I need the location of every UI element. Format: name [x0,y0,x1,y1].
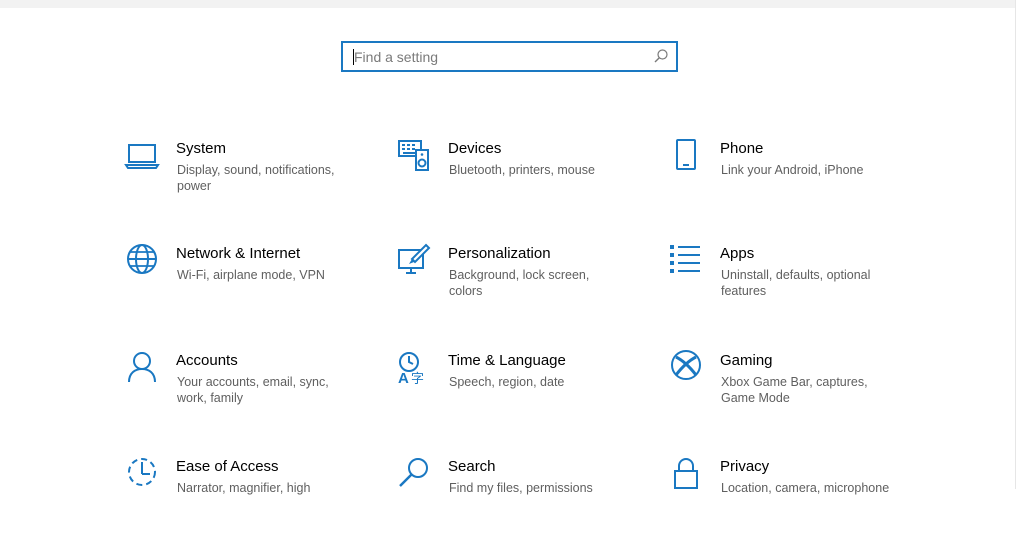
tile-title: System [176,140,227,157]
title-bar [0,0,1016,8]
tile-apps[interactable]: Apps Uninstall, defaults, optional featu… [670,245,910,325]
tile-description: Location, camera, microphone [721,481,890,495]
tile-title: Gaming [720,352,773,369]
tile-description: Uninstall, defaults, optional features [721,268,871,298]
keyboard-speaker-icon [398,140,429,171]
tile-system[interactable]: System Display, sound, notifications, po… [124,140,366,220]
tile-description: Narrator, magnifier, high [177,481,311,495]
tile-description: Speech, region, date [449,375,565,389]
tile-description: Wi-Fi, airplane mode, VPN [177,268,325,282]
search-box[interactable] [341,41,678,72]
tile-title: Ease of Access [176,458,279,475]
tile-title: Accounts [176,352,238,369]
tile-description: Xbox Game Bar, captures, Game Mode [721,375,868,405]
laptop-icon [124,144,160,169]
tile-description: Link your Android, iPhone [721,163,864,177]
tile-title: Time & Language [448,352,566,369]
tile-network-internet[interactable]: Network & Internet Wi-Fi, airplane mode,… [126,244,366,325]
tile-description: Background, lock screen, colors [449,268,590,298]
tile-title: Devices [448,140,502,157]
search-icon[interactable] [654,49,668,63]
xbox-icon [671,350,701,380]
tile-accounts[interactable]: Accounts Your accounts, email, sync, wor… [126,352,366,432]
magnifier-icon [399,458,428,487]
tile-gaming[interactable]: Gaming Xbox Game Bar, captures, Game Mod… [670,350,910,432]
tile-time-language[interactable]: A 字 Time & Language Speech, region, date [398,352,638,432]
apps-list-icon [670,245,700,273]
time-language-icon: A 字 [398,352,424,387]
tile-title: Apps [720,245,755,262]
window-right-edge [1015,0,1024,489]
paintbrush-icon [398,243,431,274]
tile-description: Your accounts, email, sync, work, family [177,375,329,405]
tile-privacy[interactable]: Privacy Location, camera, microphone [670,458,910,538]
globe-icon [127,244,157,274]
search-input[interactable] [343,43,654,70]
person-icon [128,352,156,383]
tile-title: Search [448,458,496,475]
tile-devices[interactable]: Devices Bluetooth, printers, mouse [398,140,638,220]
phone-icon [676,139,696,170]
tile-description: Display, sound, notifications, power [177,163,335,193]
tile-ease-of-access[interactable]: Ease of Access Narrator, magnifier, high [126,458,366,538]
text-caret [353,49,354,65]
tile-search[interactable]: Search Find my files, permissions [398,458,638,538]
svg-text:字: 字 [411,372,424,387]
svg-text:A: A [398,370,409,387]
ease-of-access-icon [128,458,156,486]
tile-description: Find my files, permissions [449,481,593,495]
tile-description: Bluetooth, printers, mouse [449,163,595,177]
tile-title: Network & Internet [176,245,301,262]
tile-personalization[interactable]: Personalization Background, lock screen,… [398,243,638,325]
tile-phone[interactable]: Phone Link your Android, iPhone [670,139,910,220]
lock-icon [674,458,698,489]
tile-title: Phone [720,140,764,157]
tile-title: Privacy [720,458,770,475]
tile-title: Personalization [448,245,551,262]
